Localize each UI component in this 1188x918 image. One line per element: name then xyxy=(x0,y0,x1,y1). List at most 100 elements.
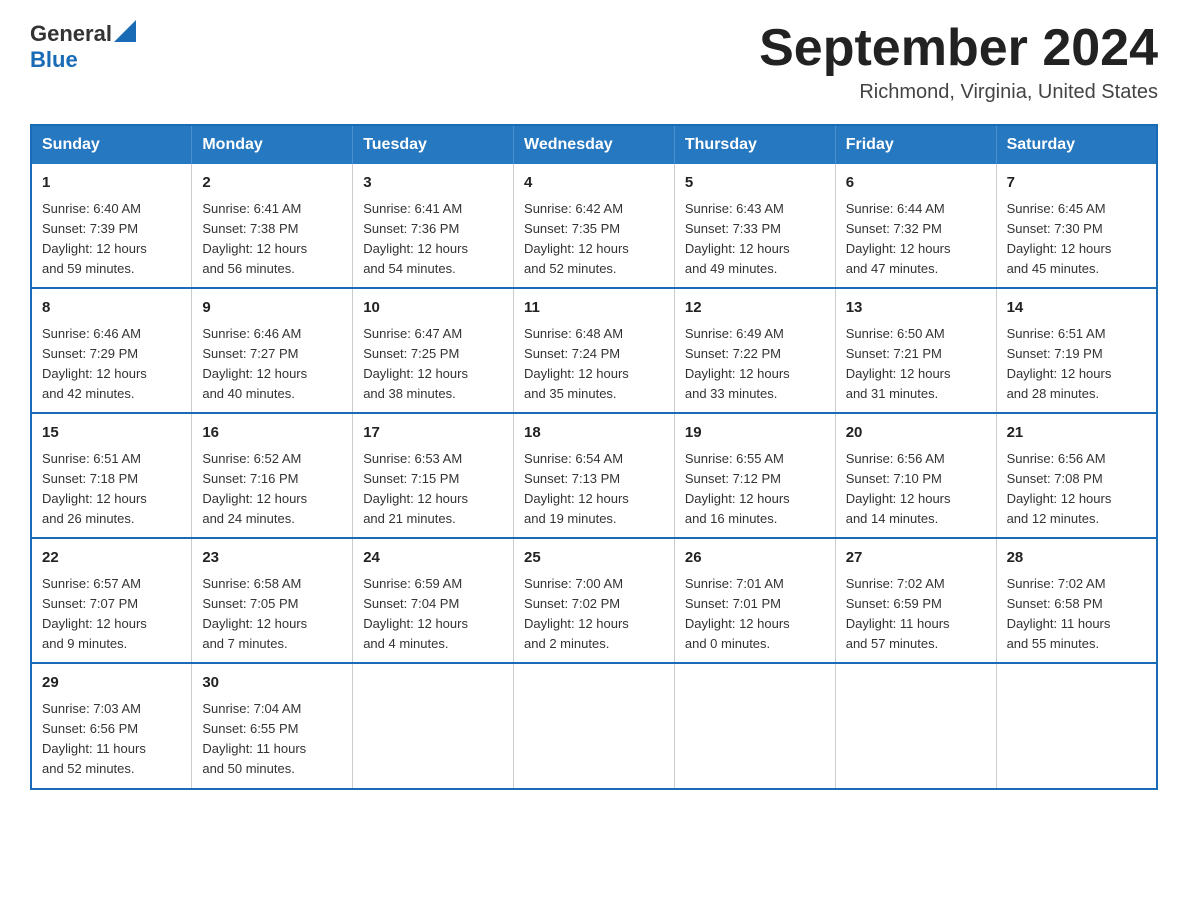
day-info: Sunrise: 7:01 AMSunset: 7:01 PMDaylight:… xyxy=(685,574,825,655)
calendar-cell: 11Sunrise: 6:48 AMSunset: 7:24 PMDayligh… xyxy=(514,288,675,413)
logo: General Blue xyxy=(30,20,136,73)
calendar-cell: 16Sunrise: 6:52 AMSunset: 7:16 PMDayligh… xyxy=(192,413,353,538)
calendar-cell: 6Sunrise: 6:44 AMSunset: 7:32 PMDaylight… xyxy=(835,164,996,288)
calendar-cell: 26 Sunrise: 7:01 AMSunset: 7:01 PMDayligh… xyxy=(674,538,835,663)
day-info: Sunrise: 6:46 AMSunset: 7:29 PMDaylight:… xyxy=(42,324,181,405)
day-info: Sunrise: 6:56 AMSunset: 7:08 PMDaylight:… xyxy=(1007,449,1146,530)
day-number: 20 xyxy=(846,422,986,445)
title-section: September 2024 Richmond, Virginia, Unite… xyxy=(759,20,1158,104)
calendar-cell: 23 Sunrise: 6:58 AMSunset: 7:05 PMDayligh… xyxy=(192,538,353,663)
day-info: Sunrise: 6:43 AMSunset: 7:33 PMDaylight:… xyxy=(685,199,825,280)
page-header: General Blue September 2024 Richmond, Vi… xyxy=(30,20,1158,104)
header-cell-sunday: Sunday xyxy=(31,125,192,164)
day-info: Sunrise: 7:00 AMSunset: 7:02 PMDaylight:… xyxy=(524,574,664,655)
calendar-row-5: 29 Sunrise: 7:03 AMSunset: 6:56 PMDayligh… xyxy=(31,663,1157,788)
day-number: 7 xyxy=(1007,172,1146,195)
day-number: 9 xyxy=(202,297,342,320)
day-info: Sunrise: 7:03 AMSunset: 6:56 PMDaylight:… xyxy=(42,699,181,780)
day-info: Sunrise: 6:40 AMSunset: 7:39 PMDaylight:… xyxy=(42,199,181,280)
calendar-cell: 19 Sunrise: 6:55 AMSunset: 7:12 PMDayligh… xyxy=(674,413,835,538)
day-number: 13 xyxy=(846,297,986,320)
day-number: 16 xyxy=(202,422,342,445)
day-number: 23 xyxy=(202,547,342,570)
day-info: Sunrise: 7:02 AMSunset: 6:59 PMDaylight:… xyxy=(846,574,986,655)
calendar-cell: 25 Sunrise: 7:00 AMSunset: 7:02 PMDayligh… xyxy=(514,538,675,663)
day-info: Sunrise: 6:59 AMSunset: 7:04 PMDaylight:… xyxy=(363,574,503,655)
day-number: 15 xyxy=(42,422,181,445)
header-row: SundayMondayTuesdayWednesdayThursdayFrid… xyxy=(31,125,1157,164)
calendar-cell: 22 Sunrise: 6:57 AMSunset: 7:07 PMDayligh… xyxy=(31,538,192,663)
day-info: Sunrise: 6:54 AMSunset: 7:13 PMDaylight:… xyxy=(524,449,664,530)
day-info: Sunrise: 6:44 AMSunset: 7:32 PMDaylight:… xyxy=(846,199,986,280)
calendar-cell: 10 Sunrise: 6:47 AMSunset: 7:25 PMDayligh… xyxy=(353,288,514,413)
day-number: 5 xyxy=(685,172,825,195)
day-info: Sunrise: 7:02 AMSunset: 6:58 PMDaylight:… xyxy=(1007,574,1146,655)
day-info: Sunrise: 6:46 AMSunset: 7:27 PMDaylight:… xyxy=(202,324,342,405)
day-number: 19 xyxy=(685,422,825,445)
day-info: Sunrise: 6:45 AMSunset: 7:30 PMDaylight:… xyxy=(1007,199,1146,280)
day-info: Sunrise: 6:58 AMSunset: 7:05 PMDaylight:… xyxy=(202,574,342,655)
day-info: Sunrise: 6:57 AMSunset: 7:07 PMDaylight:… xyxy=(42,574,181,655)
day-number: 29 xyxy=(42,672,181,695)
day-number: 17 xyxy=(363,422,503,445)
day-number: 8 xyxy=(42,297,181,320)
calendar-cell xyxy=(996,663,1157,788)
calendar-row-4: 22 Sunrise: 6:57 AMSunset: 7:07 PMDayligh… xyxy=(31,538,1157,663)
day-info: Sunrise: 6:51 AMSunset: 7:19 PMDaylight:… xyxy=(1007,324,1146,405)
day-info: Sunrise: 7:04 AMSunset: 6:55 PMDaylight:… xyxy=(202,699,342,780)
header-cell-wednesday: Wednesday xyxy=(514,125,675,164)
calendar-cell xyxy=(514,663,675,788)
month-title: September 2024 xyxy=(759,20,1158,77)
calendar-cell xyxy=(674,663,835,788)
calendar-cell: 30Sunrise: 7:04 AMSunset: 6:55 PMDayligh… xyxy=(192,663,353,788)
day-number: 3 xyxy=(363,172,503,195)
header-cell-thursday: Thursday xyxy=(674,125,835,164)
day-number: 21 xyxy=(1007,422,1146,445)
day-info: Sunrise: 6:42 AMSunset: 7:35 PMDaylight:… xyxy=(524,199,664,280)
calendar-row-1: 1 Sunrise: 6:40 AMSunset: 7:39 PMDaylight… xyxy=(31,164,1157,288)
day-number: 24 xyxy=(363,547,503,570)
calendar-cell: 5 Sunrise: 6:43 AMSunset: 7:33 PMDaylight… xyxy=(674,164,835,288)
header-cell-tuesday: Tuesday xyxy=(353,125,514,164)
calendar-cell: 2 Sunrise: 6:41 AMSunset: 7:38 PMDaylight… xyxy=(192,164,353,288)
day-info: Sunrise: 6:50 AMSunset: 7:21 PMDaylight:… xyxy=(846,324,986,405)
day-number: 11 xyxy=(524,297,664,320)
day-number: 27 xyxy=(846,547,986,570)
calendar-cell: 12Sunrise: 6:49 AMSunset: 7:22 PMDayligh… xyxy=(674,288,835,413)
day-number: 25 xyxy=(524,547,664,570)
day-info: Sunrise: 6:47 AMSunset: 7:25 PMDaylight:… xyxy=(363,324,503,405)
day-info: Sunrise: 6:51 AMSunset: 7:18 PMDaylight:… xyxy=(42,449,181,530)
day-number: 10 xyxy=(363,297,503,320)
day-number: 26 xyxy=(685,547,825,570)
logo-blue-text: Blue xyxy=(30,47,78,72)
calendar-row-2: 8 Sunrise: 6:46 AMSunset: 7:29 PMDaylight… xyxy=(31,288,1157,413)
calendar-cell: 15 Sunrise: 6:51 AMSunset: 7:18 PMDayligh… xyxy=(31,413,192,538)
calendar-cell xyxy=(353,663,514,788)
day-number: 12 xyxy=(685,297,825,320)
calendar-cell: 8 Sunrise: 6:46 AMSunset: 7:29 PMDaylight… xyxy=(31,288,192,413)
day-info: Sunrise: 6:56 AMSunset: 7:10 PMDaylight:… xyxy=(846,449,986,530)
day-number: 22 xyxy=(42,547,181,570)
day-info: Sunrise: 6:41 AMSunset: 7:38 PMDaylight:… xyxy=(202,199,342,280)
calendar-cell: 18 Sunrise: 6:54 AMSunset: 7:13 PMDayligh… xyxy=(514,413,675,538)
day-info: Sunrise: 6:55 AMSunset: 7:12 PMDaylight:… xyxy=(685,449,825,530)
calendar-cell: 29 Sunrise: 7:03 AMSunset: 6:56 PMDayligh… xyxy=(31,663,192,788)
calendar-cell: 17 Sunrise: 6:53 AMSunset: 7:15 PMDayligh… xyxy=(353,413,514,538)
day-info: Sunrise: 6:53 AMSunset: 7:15 PMDaylight:… xyxy=(363,449,503,530)
calendar-cell: 1 Sunrise: 6:40 AMSunset: 7:39 PMDaylight… xyxy=(31,164,192,288)
day-number: 1 xyxy=(42,172,181,195)
calendar-cell: 3Sunrise: 6:41 AMSunset: 7:36 PMDaylight… xyxy=(353,164,514,288)
header-cell-friday: Friday xyxy=(835,125,996,164)
calendar-cell: 24 Sunrise: 6:59 AMSunset: 7:04 PMDayligh… xyxy=(353,538,514,663)
calendar-cell: 13 Sunrise: 6:50 AMSunset: 7:21 PMDayligh… xyxy=(835,288,996,413)
calendar-row-3: 15 Sunrise: 6:51 AMSunset: 7:18 PMDayligh… xyxy=(31,413,1157,538)
calendar-header: SundayMondayTuesdayWednesdayThursdayFrid… xyxy=(31,125,1157,164)
calendar-body: 1 Sunrise: 6:40 AMSunset: 7:39 PMDaylight… xyxy=(31,164,1157,788)
day-number: 18 xyxy=(524,422,664,445)
header-cell-monday: Monday xyxy=(192,125,353,164)
day-number: 14 xyxy=(1007,297,1146,320)
location-subtitle: Richmond, Virginia, United States xyxy=(759,81,1158,104)
day-number: 2 xyxy=(202,172,342,195)
calendar-cell: 9 Sunrise: 6:46 AMSunset: 7:27 PMDaylight… xyxy=(192,288,353,413)
day-number: 4 xyxy=(524,172,664,195)
